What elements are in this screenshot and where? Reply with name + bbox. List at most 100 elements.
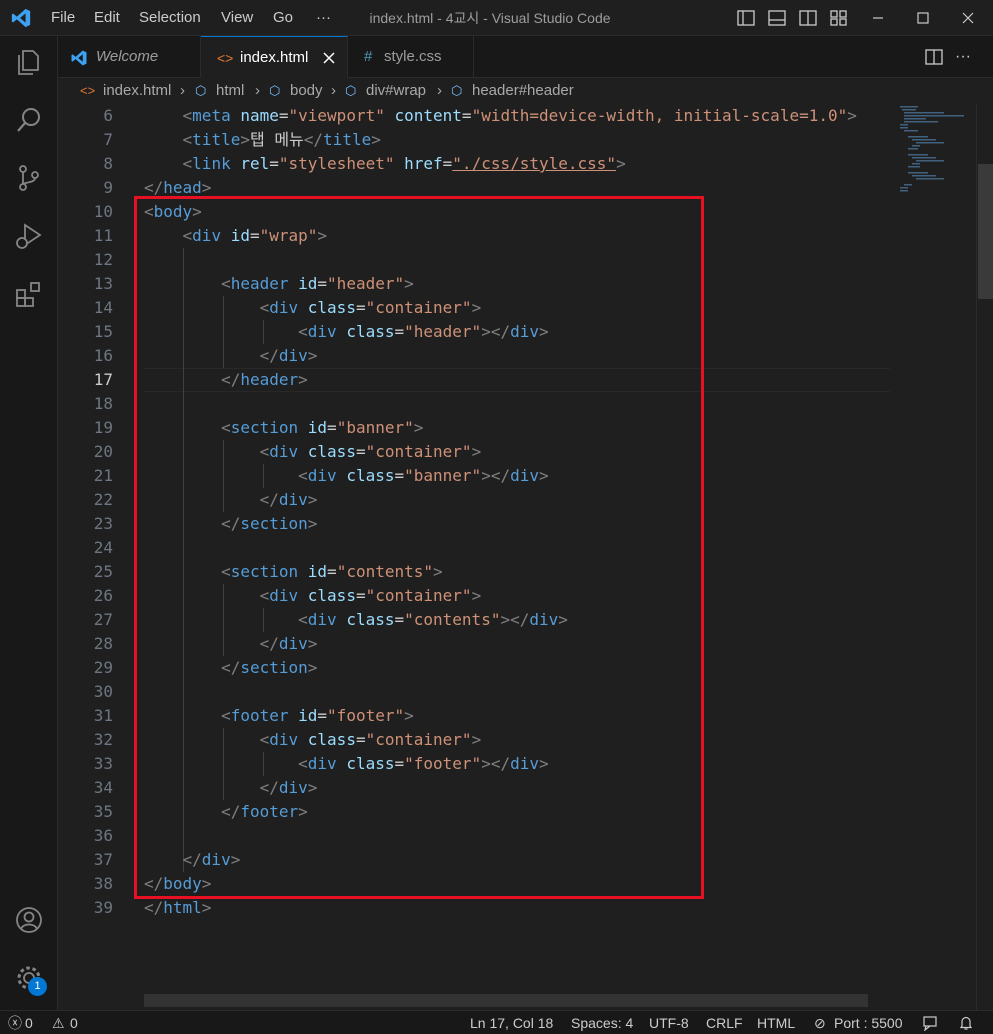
maximize-icon[interactable] [913,8,933,28]
line-number-current: 17 [93,370,113,389]
tab-label: Welcome [96,48,159,65]
css-hash-icon: # [364,48,373,65]
title-bar: File Edit Selection View Go ··· index.ht… [0,0,993,36]
line-number: 33 [93,754,113,773]
language-mode[interactable]: HTML [757,1011,795,1034]
html-icon: <> [80,83,96,98]
breadcrumb-item-file[interactable]: index.html [103,78,171,104]
error-count[interactable]: 0 [25,1011,33,1034]
breadcrumb-item-header[interactable]: header#header [472,78,574,104]
scrollbar-thumb[interactable] [978,164,993,299]
encoding[interactable]: UTF-8 [649,1011,689,1034]
chevron-right-icon: › [437,82,442,99]
indentation[interactable]: Spaces: 4 [571,1011,633,1034]
highlight-annotation-box [134,196,704,899]
tab-bar: Welcome <> index.html # style.css ··· [58,36,993,79]
breadcrumb-item-body[interactable]: body [290,78,323,104]
line-number: 20 [93,442,113,461]
toggle-primary-sidebar-icon[interactable] [736,8,756,28]
warning-icon[interactable]: ⚠ [52,1011,65,1034]
minimize-icon[interactable] [868,8,888,28]
vscode-logo-icon [71,50,87,66]
line-number: 16 [93,346,113,365]
close-tab-icon[interactable] [323,52,335,64]
line-number: 27 [93,610,113,629]
menu-view[interactable]: View [221,0,253,36]
line-number: 38 [93,874,113,893]
toggle-panel-icon[interactable] [767,8,787,28]
tab-label: style.css [384,48,442,65]
line-number: 28 [93,634,113,653]
element-cube-icon: ⬡ [269,83,281,98]
account-icon[interactable] [13,904,45,936]
line-number: 6 [103,106,113,125]
line-number: 9 [103,178,113,197]
chevron-right-icon: › [255,82,260,99]
menu-file[interactable]: File [51,0,75,36]
menu-edit[interactable]: Edit [94,0,120,36]
cursor-position[interactable]: Ln 17, Col 18 [470,1011,553,1034]
code-line: <title>탭 메뉴</title> [182,130,381,149]
element-cube-icon: ⬡ [345,83,357,98]
html-icon: <> [217,50,234,66]
line-number: 22 [93,490,113,509]
line-number: 35 [93,802,113,821]
line-number: 18 [93,394,113,413]
line-number: 30 [93,682,113,701]
feedback-icon[interactable] [922,1015,938,1031]
extensions-icon[interactable] [13,278,45,310]
line-number: 11 [93,226,113,245]
vscode-logo-icon [11,8,31,28]
chevron-right-icon: › [331,82,336,99]
line-number: 32 [93,730,113,749]
window-title: index.html - 4교시 - Visual Studio Code [369,10,611,26]
line-number: 21 [93,466,113,485]
tab-welcome[interactable]: Welcome [58,36,201,78]
toggle-secondary-sidebar-icon[interactable] [798,8,818,28]
search-icon[interactable] [13,104,45,136]
code-line: <link rel="stylesheet" href="./css/style… [182,154,626,173]
line-number: 8 [103,154,113,173]
tab-style-css[interactable]: # style.css [348,36,474,78]
element-cube-icon: ⬡ [451,83,463,98]
port-blocked-icon[interactable]: ⊘ [814,1011,826,1034]
line-ending[interactable]: CRLF [706,1011,743,1034]
line-number: 36 [93,826,113,845]
explorer-icon[interactable] [13,46,45,78]
line-number: 31 [93,706,113,725]
warning-count[interactable]: 0 [70,1011,78,1034]
menu-selection[interactable]: Selection [139,0,201,36]
tab-index-html[interactable]: <> index.html [201,36,348,79]
element-cube-icon: ⬡ [195,83,207,98]
line-number: 37 [93,850,113,869]
code-editor[interactable]: 6 7 8 9 10 11 12 13 14 15 16 17 18 19 20… [58,104,993,1010]
source-control-icon[interactable] [13,162,45,194]
line-number: 29 [93,658,113,677]
customize-layout-icon[interactable] [829,8,849,28]
breadcrumb-item-div-wrap[interactable]: div#wrap [366,78,426,104]
code-line: <meta name="viewport" content="width=dev… [182,106,857,125]
notifications-bell-icon[interactable] [958,1015,974,1031]
line-number: 39 [93,898,113,917]
line-number: 12 [93,250,113,269]
more-actions-icon[interactable]: ··· [955,36,971,78]
vertical-scrollbar[interactable] [976,104,993,1010]
horizontal-scrollbar[interactable] [144,994,868,1007]
line-number: 24 [93,538,113,557]
live-server-port[interactable]: Port : 5500 [834,1011,903,1034]
close-window-icon[interactable] [958,8,978,28]
error-icon[interactable]: ⓧ [8,1011,22,1034]
status-bar: ⓧ 0 ⚠ 0 Ln 17, Col 18 Spaces: 4 UTF-8 CR… [0,1010,993,1034]
minimap[interactable] [896,104,976,194]
split-editor-icon[interactable] [924,47,944,67]
line-number: 26 [93,586,113,605]
settings-update-badge: 1 [28,977,47,996]
activity-bar: 1 [0,36,58,1010]
tab-label: index.html [240,49,309,66]
line-number: 25 [93,562,113,581]
line-number: 13 [93,274,113,293]
line-number: 23 [93,514,113,533]
run-debug-icon[interactable] [13,220,45,252]
breadcrumb-item-html[interactable]: html [216,78,244,104]
code-line: </html> [144,898,212,917]
